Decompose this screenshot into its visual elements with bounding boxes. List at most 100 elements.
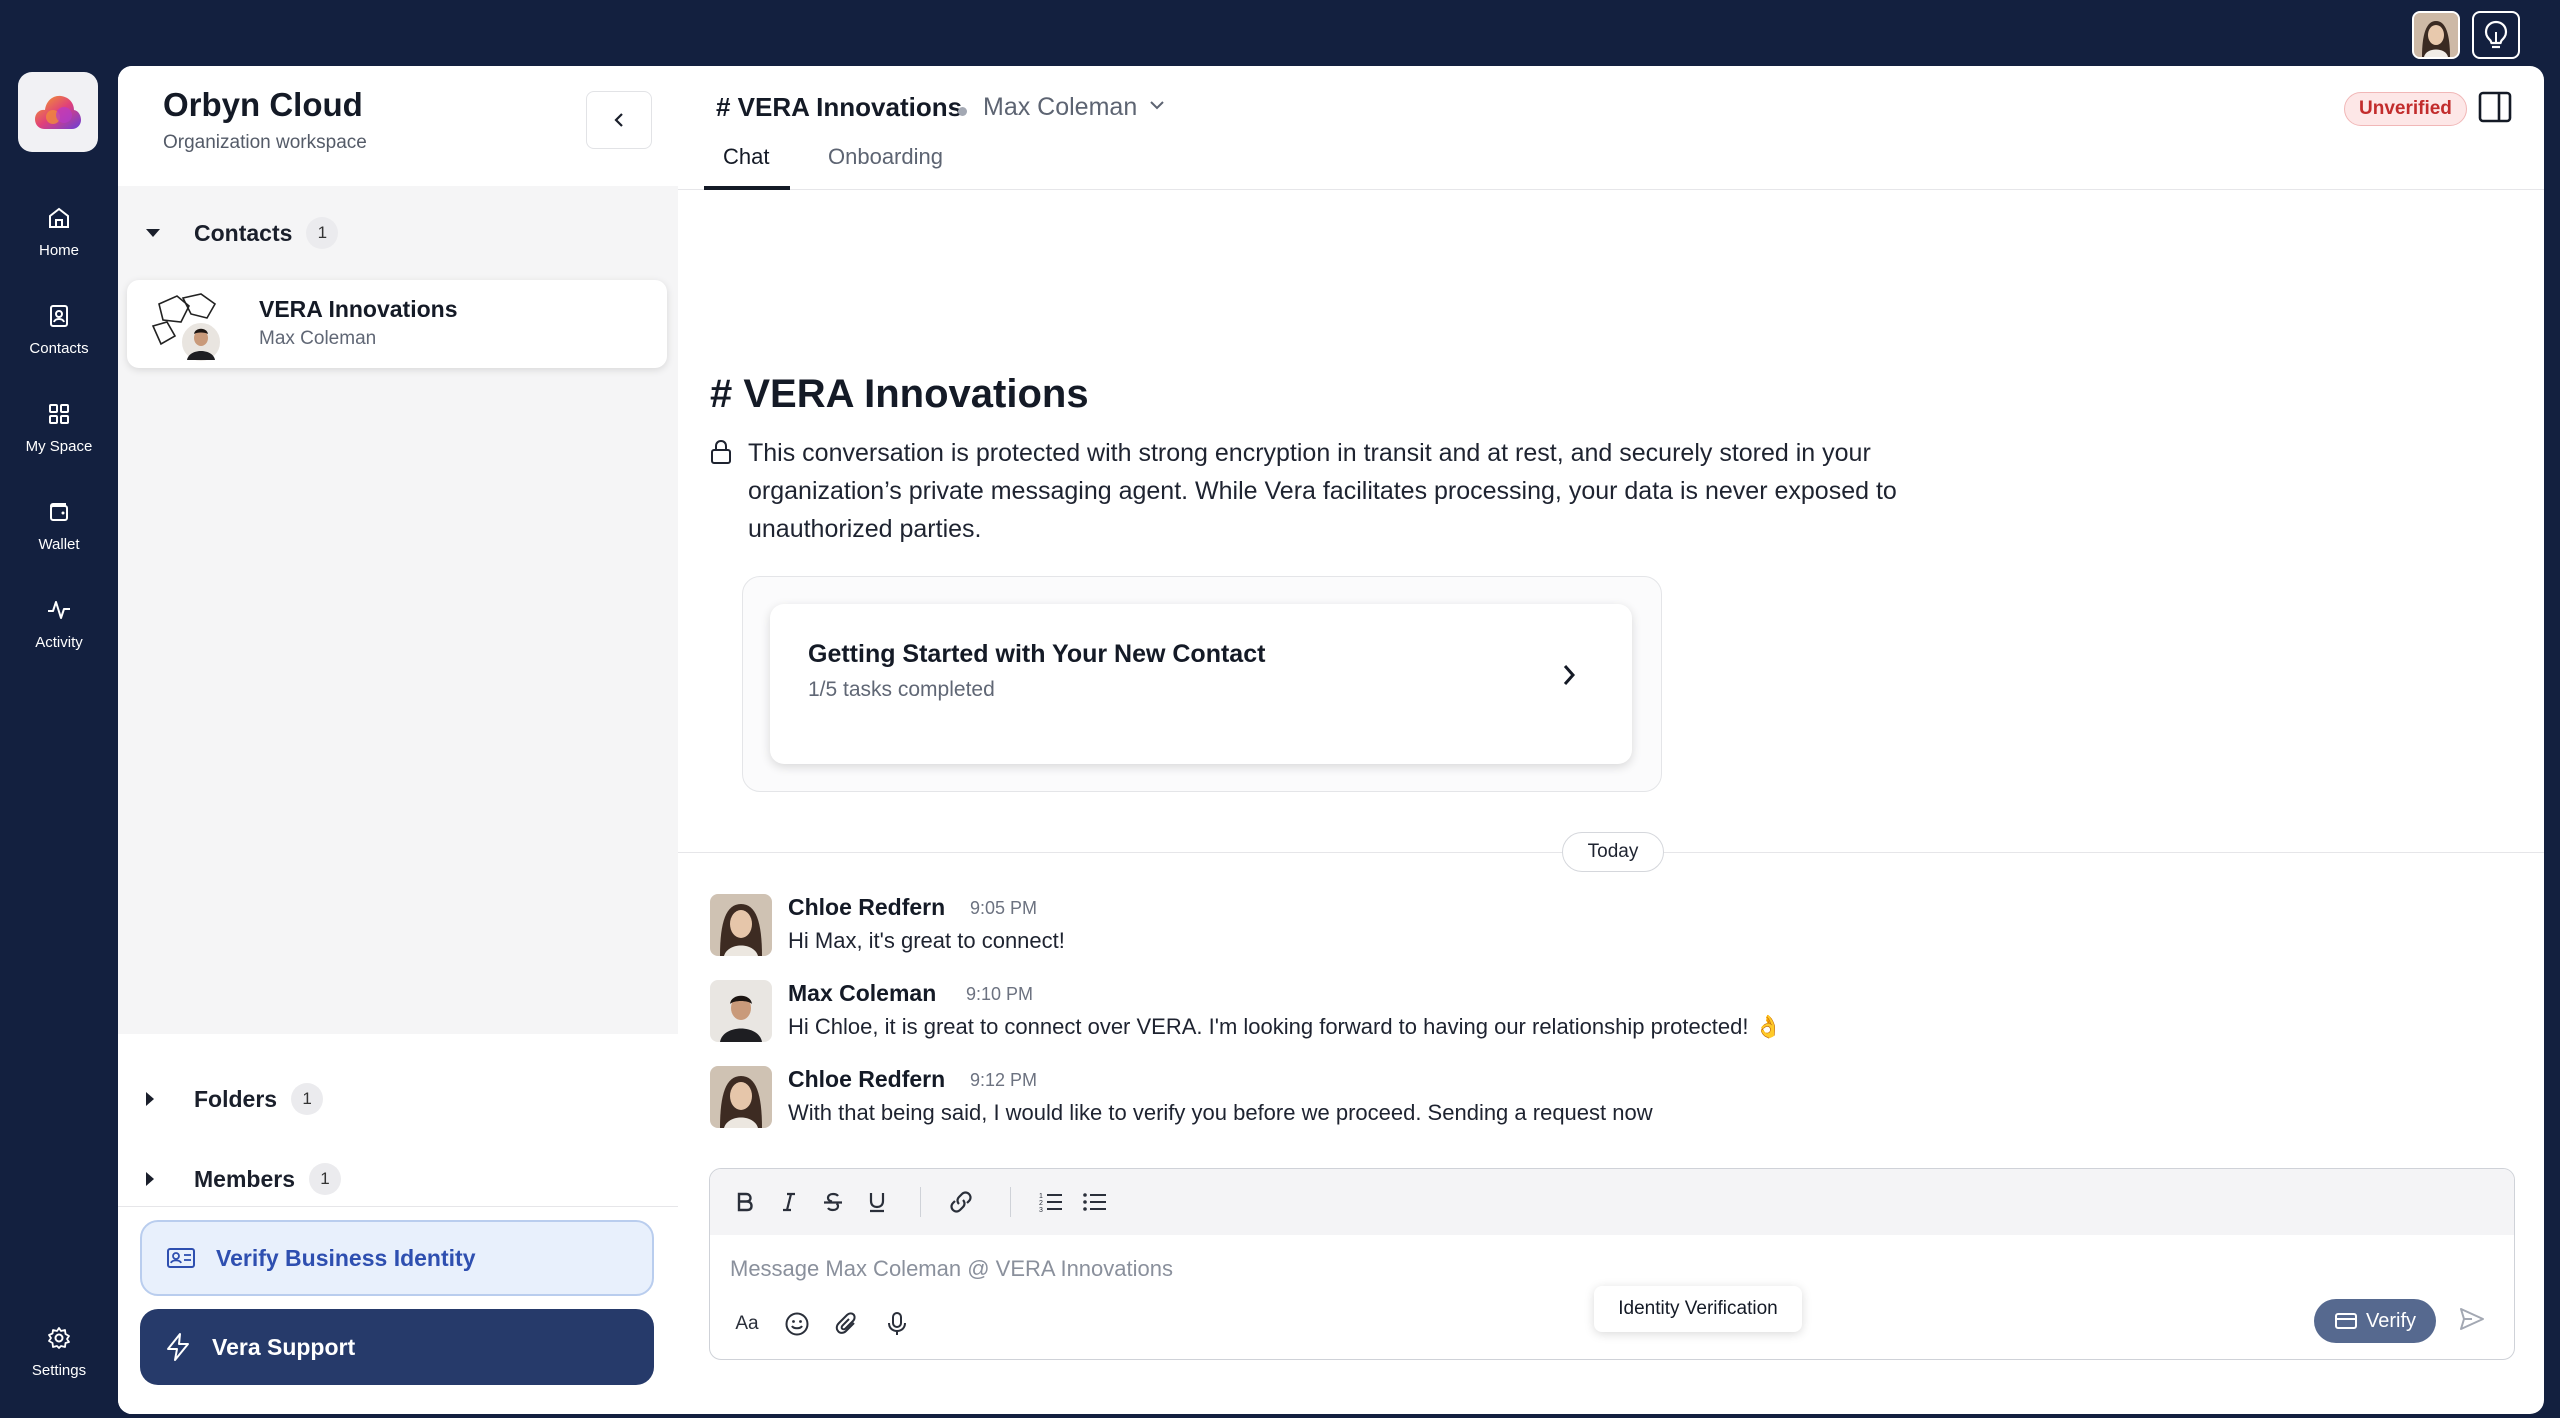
avatar[interactable] (710, 1066, 772, 1128)
text-format-button[interactable]: Aa (730, 1307, 764, 1341)
cloud-logo-icon (35, 95, 81, 129)
lightbulb-icon (2484, 20, 2508, 49)
contacts-section-label: Contacts (194, 219, 293, 246)
strikethrough-button[interactable] (818, 1187, 848, 1217)
collapse-sidebar-button[interactable] (586, 91, 652, 149)
italic-button[interactable] (774, 1187, 804, 1217)
contact-item-vera[interactable]: VERA Innovations Max Coleman (127, 280, 667, 368)
nav-contacts-label: Contacts (29, 340, 89, 357)
panel-right-icon (2478, 91, 2512, 123)
nav-contacts[interactable]: Contacts (0, 304, 118, 357)
paperclip-icon (835, 1312, 856, 1334)
verify-business-identity-button[interactable]: Verify Business Identity (140, 1220, 654, 1296)
tab-chat[interactable]: Chat (723, 144, 769, 170)
card-icon (2334, 1313, 2357, 1329)
emoji-button[interactable] (780, 1307, 814, 1341)
chevron-right-icon (1560, 660, 1578, 695)
active-tab-indicator (704, 186, 790, 190)
id-card-icon (167, 1248, 195, 1268)
nav-home-label: Home (38, 242, 79, 259)
formatting-toolbar: 123 (710, 1169, 2514, 1235)
toolbar-divider (920, 1187, 921, 1217)
tab-onboarding[interactable]: Onboarding (828, 144, 943, 170)
channel-title: # VERA Innovations (716, 92, 963, 122)
message-author: Chloe Redfern (788, 894, 946, 920)
sidebar: Orbyn Cloud Organization workspace Conta… (118, 66, 678, 1414)
sidebar-header: Orbyn Cloud Organization workspace (118, 66, 678, 186)
svg-text:3: 3 (1039, 1207, 1043, 1214)
message-input[interactable] (730, 1249, 2430, 1289)
nav-wallet-label: Wallet (38, 536, 80, 553)
message-time: 9:12 PM (970, 1070, 1038, 1090)
getting-started-card[interactable]: Getting Started with Your New Contact 1/… (770, 604, 1632, 764)
nav-home[interactable]: Home (0, 206, 118, 259)
attach-button[interactable] (830, 1307, 864, 1341)
activity-icon (48, 601, 70, 619)
user-avatar[interactable] (2412, 11, 2460, 59)
folders-section-toggle[interactable]: Folders 1 (118, 1074, 678, 1124)
encryption-notice: This conversation is protected with stro… (748, 439, 1897, 543)
contact-person: Max Coleman (259, 328, 377, 349)
date-divider: Today (1562, 832, 1664, 872)
members-section-label: Members (194, 1165, 295, 1192)
nav-my-space-label: My Space (25, 438, 93, 455)
svg-text:1: 1 (1039, 1193, 1043, 1200)
lightbulb-button[interactable] (2472, 11, 2520, 59)
caret-right-icon (144, 1170, 188, 1188)
status-badge: Unverified (2344, 92, 2467, 126)
chevron-left-icon (614, 113, 623, 127)
bullet-list-button[interactable] (1080, 1187, 1110, 1217)
message-item: Max Coleman 9:10 PM Hi Chloe, it is grea… (710, 980, 2510, 1046)
nav-activity-label: Activity (35, 634, 83, 651)
send-button[interactable] (2458, 1305, 2486, 1338)
nav-activity[interactable]: Activity (0, 598, 118, 651)
nav-settings[interactable]: Settings (0, 1326, 118, 1379)
message-item: Chloe Redfern 9:12 PM With that being sa… (710, 1066, 2510, 1132)
vera-support-button[interactable]: Vera Support (140, 1309, 654, 1385)
app-logo[interactable] (18, 72, 98, 152)
getting-started-title: Getting Started with Your New Contact (808, 640, 1266, 668)
verify-business-identity-label: Verify Business Identity (216, 1244, 476, 1271)
underline-icon (869, 1193, 885, 1213)
wallet-icon (49, 503, 68, 521)
message-text: With that being said, I would like to ve… (788, 1100, 1653, 1125)
bold-button[interactable] (730, 1187, 760, 1217)
message-author: Max Coleman (788, 980, 937, 1006)
separator-dot (958, 107, 967, 116)
contacts-section-toggle[interactable]: Contacts 1 (118, 208, 678, 258)
lightning-icon (167, 1333, 189, 1361)
microphone-button[interactable] (880, 1307, 914, 1341)
conversation-title: # VERA Innovations (710, 372, 1089, 416)
chevron-down-icon[interactable] (1148, 98, 1166, 117)
verify-button[interactable]: Verify (2314, 1299, 2436, 1343)
side-panel-toggle[interactable] (2478, 90, 2512, 129)
bold-icon (737, 1192, 753, 1212)
verify-button-label: Verify (2365, 1309, 2417, 1332)
svg-text:2: 2 (1039, 1200, 1043, 1207)
caret-right-icon (144, 1090, 188, 1108)
getting-started-progress: 1/5 tasks completed (808, 678, 995, 701)
message-text: Hi Chloe, it is great to connect over VE… (788, 1014, 1782, 1039)
sidebar-divider (118, 1206, 678, 1207)
home-icon (49, 207, 69, 228)
vera-support-label: Vera Support (212, 1333, 356, 1360)
message-time: 9:10 PM (966, 984, 1034, 1004)
contact-avatar (149, 292, 222, 363)
send-icon (2460, 1308, 2484, 1330)
caret-down-icon (144, 227, 188, 239)
members-count-badge: 1 (308, 1163, 341, 1195)
nav-wallet[interactable]: Wallet (0, 500, 118, 553)
underline-button[interactable] (862, 1187, 892, 1217)
link-button[interactable] (946, 1187, 976, 1217)
avatar[interactable] (710, 980, 772, 1042)
numbered-list-button[interactable]: 123 (1036, 1187, 1066, 1217)
contacts-icon (50, 305, 68, 327)
emoji-icon (785, 1312, 809, 1336)
nav-my-space[interactable]: My Space (0, 402, 118, 455)
avatar[interactable] (710, 894, 772, 956)
lock-icon (709, 439, 733, 470)
channel-person-selector[interactable]: Max Coleman (983, 93, 1137, 122)
bullet-list-icon (1083, 1193, 1106, 1211)
members-section-toggle[interactable]: Members 1 (118, 1154, 678, 1204)
folders-section-label: Folders (194, 1085, 278, 1112)
